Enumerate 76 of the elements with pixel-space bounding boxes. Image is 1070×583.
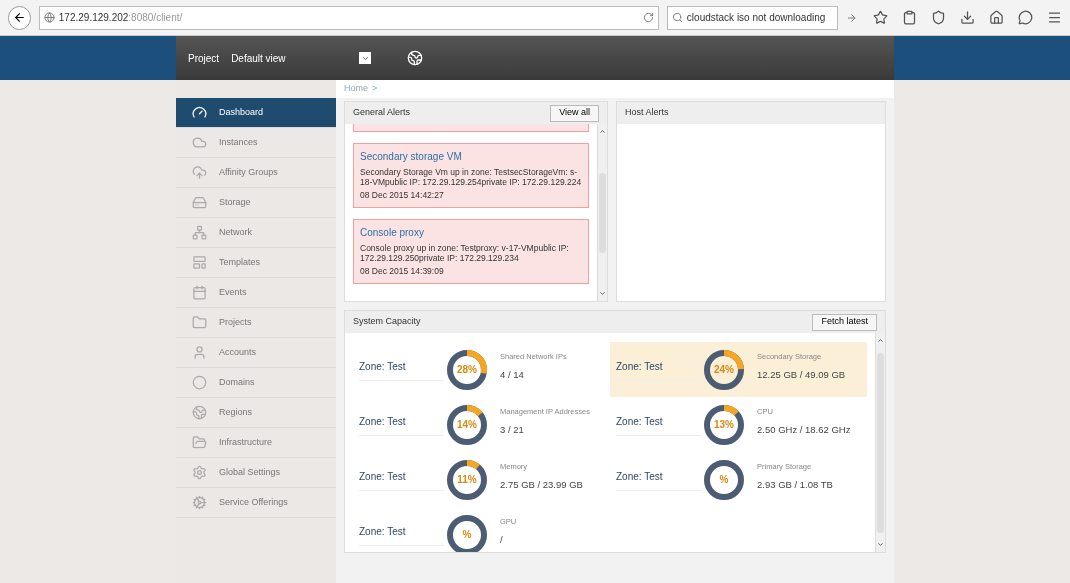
sidebar-item[interactable]: Dashboard [176, 98, 336, 128]
menu-icon[interactable] [1047, 10, 1062, 25]
capacity-value: 3 / 21 [500, 422, 525, 437]
zone-label: Zone: Test [359, 358, 444, 381]
search-field[interactable]: cloudstack iso not downloading [666, 5, 838, 30]
capacity-value: 4 / 14 [500, 367, 525, 382]
globe-icon [192, 465, 207, 480]
zone-label: Zone: Test [616, 468, 701, 491]
bookmark-icon[interactable] [873, 10, 888, 25]
search-text: cloudstack iso not downloading [686, 11, 826, 25]
zone-label: Zone: Test [616, 358, 701, 381]
percent-label: % [719, 474, 729, 485]
cloud-upload-icon [192, 165, 207, 180]
alert-time: 08 Dec 2015 14:42:27 [360, 189, 445, 202]
go-icon[interactable] [845, 11, 857, 24]
globe-icon[interactable] [407, 50, 424, 66]
percent-label: 24% [714, 364, 734, 375]
zone-label: Zone: Test [359, 413, 444, 436]
back-button[interactable] [8, 5, 31, 30]
clipboard-icon[interactable] [902, 10, 917, 25]
globe-icon [43, 12, 55, 23]
alert-message: Secondary Storage Vm up in zone: TestsecStorageVm: s-18-VMpublic IP: 172.29.129.254private IP: 172.29.129.224 [360, 167, 582, 187]
folder-icon [192, 315, 207, 330]
alert-time: 08 Dec 2015 14:39:09 [360, 264, 445, 278]
gear-icon [192, 495, 207, 510]
capacity-value: 2.93 GB / 1.08 TB [757, 477, 833, 492]
scroll-up-icon[interactable] [599, 128, 606, 135]
download-icon[interactable] [960, 10, 975, 25]
globe-icon [192, 405, 207, 420]
panel-title: Host Alerts [625, 106, 669, 120]
shield-icon[interactable] [931, 10, 946, 25]
panel-title: General Alerts [353, 106, 411, 120]
capacity-value: / [500, 532, 504, 547]
breadcrumb-link[interactable]: Home [344, 82, 368, 96]
zone-label: Zone: Test [359, 523, 444, 546]
gauge-icon [192, 105, 207, 120]
home-icon[interactable] [989, 10, 1004, 25]
capacity-value: 12.25 GB / 49.09 GB [757, 367, 846, 382]
percent-label: 13% [714, 419, 734, 430]
alert-title: Secondary storage VM [360, 150, 463, 164]
cloud-icon [192, 135, 207, 150]
template-icon [192, 255, 207, 270]
panel-title: System Capacity [353, 315, 421, 329]
scroll-up-icon[interactable] [877, 337, 884, 344]
percent-label: 28% [457, 364, 477, 375]
view-all-button[interactable]: View all [550, 104, 599, 122]
project-select[interactable]: Default view [231, 50, 372, 66]
url-path: :8080/client/ [128, 11, 183, 25]
address-bar[interactable]: 172.29.129.202:8080/client/ [38, 5, 659, 30]
percent-label: 11% [457, 474, 477, 485]
fetch-latest-button[interactable]: Fetch latest [812, 313, 877, 331]
dropdown-toggle[interactable] [359, 52, 372, 64]
folder-icon [192, 435, 207, 450]
percent-label: % [462, 529, 472, 540]
reload-icon[interactable] [642, 12, 654, 23]
percent-label: 14% [457, 419, 477, 430]
capacity-value: 2.75 GB / 23.99 GB [500, 477, 583, 492]
project-label: Project [188, 51, 220, 66]
chat-icon[interactable] [1018, 10, 1033, 25]
back-arrow-icon [12, 11, 26, 24]
capacity-value: 2.50 GHz / 18.62 GHz [757, 422, 851, 437]
network-icon [192, 225, 207, 240]
calendar-icon [192, 285, 207, 300]
breadcrumb-separator: > [372, 82, 378, 96]
scrollbar[interactable] [597, 124, 607, 301]
circle-icon [192, 375, 207, 390]
search-icon [671, 12, 683, 23]
scroll-down-icon[interactable] [877, 541, 884, 548]
zone-label: Zone: Test [616, 413, 701, 436]
zone-label: Zone: Test [359, 468, 444, 491]
scrollbar[interactable] [875, 333, 885, 552]
alert-title: Console proxy [360, 225, 425, 240]
alert-message: Console proxy up in zone: Testproxy: v-17-VMpublic IP: 172.29.129.250private IP: 172.29.129.234 [360, 242, 570, 263]
user-icon [192, 345, 207, 360]
scroll-down-icon[interactable] [599, 290, 606, 297]
url-host: 172.29.129.202 [58, 11, 129, 25]
